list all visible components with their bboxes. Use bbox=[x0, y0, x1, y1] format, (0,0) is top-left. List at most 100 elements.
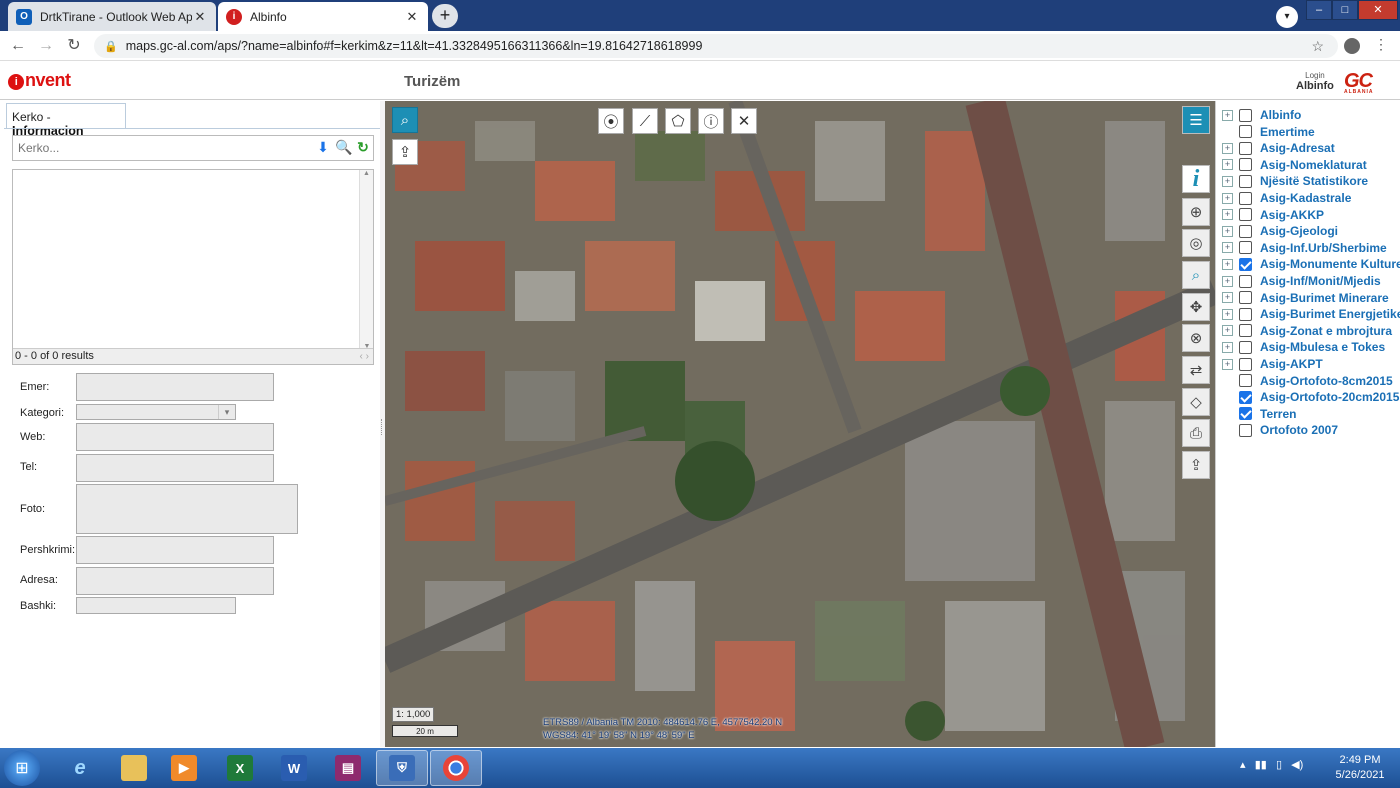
layer-checkbox[interactable] bbox=[1239, 125, 1252, 139]
maximize-button[interactable]: □ bbox=[1332, 0, 1358, 20]
layer-checkbox[interactable] bbox=[1239, 241, 1252, 255]
layer-item[interactable]: + Asig-Gjeologi bbox=[1222, 223, 1338, 239]
rotate-icon[interactable]: ⇄ bbox=[1182, 356, 1210, 384]
expand-icon[interactable]: + bbox=[1222, 292, 1233, 304]
zoom-out-icon[interactable]: ⊗ bbox=[1182, 324, 1210, 352]
expand-icon[interactable]: + bbox=[1222, 325, 1233, 337]
results-list[interactable]: ▲ ▼ 0 - 0 of 0 results ‹ › bbox=[12, 169, 374, 365]
layer-checkbox[interactable] bbox=[1239, 340, 1252, 354]
zoom-extent-icon[interactable]: ⌕ bbox=[1182, 261, 1210, 289]
menu-icon[interactable]: ⋮ bbox=[1374, 36, 1388, 53]
window-close-button[interactable]: ✕ bbox=[1358, 0, 1398, 20]
expand-icon[interactable]: + bbox=[1222, 242, 1233, 254]
layers-menu-icon[interactable]: ☰ bbox=[1182, 106, 1210, 134]
taskbar-excel[interactable]: X bbox=[214, 750, 266, 786]
layer-item[interactable]: + Njësitë Statistikore bbox=[1222, 173, 1368, 189]
taskbar-security[interactable]: ⛨ bbox=[376, 750, 428, 786]
identify-icon[interactable]: ⓘ bbox=[698, 108, 724, 134]
taskbar-ie[interactable]: e bbox=[54, 750, 106, 786]
clear-measure-icon[interactable]: ✕ bbox=[731, 108, 757, 134]
expand-icon[interactable]: + bbox=[1222, 192, 1233, 204]
search-input[interactable] bbox=[13, 136, 313, 160]
layer-checkbox[interactable] bbox=[1239, 141, 1252, 155]
layer-checkbox[interactable] bbox=[1239, 291, 1252, 305]
layer-checkbox[interactable] bbox=[1239, 357, 1252, 371]
layer-item[interactable]: + Asig-Inf.Urb/Sherbime bbox=[1222, 240, 1387, 256]
clock[interactable]: 2:49 PM 5/26/2021 bbox=[1326, 753, 1394, 783]
taskbar-word[interactable]: W bbox=[268, 750, 320, 786]
measure-point-icon[interactable]: ⦿ bbox=[598, 108, 624, 134]
tab-outlook[interactable]: O DrtkTirane - Outlook Web App ✕ bbox=[8, 2, 216, 31]
search-icon[interactable]: 🔍 bbox=[335, 139, 352, 157]
layer-item[interactable]: Emertime bbox=[1222, 124, 1315, 140]
taskbar-media[interactable]: ▶ bbox=[158, 750, 210, 786]
back-icon[interactable]: ← bbox=[8, 36, 28, 56]
export-icon[interactable]: ⇪ bbox=[1182, 451, 1210, 479]
layer-item[interactable]: + Asig-AKKP bbox=[1222, 207, 1324, 223]
expand-icon[interactable]: + bbox=[1222, 308, 1233, 320]
layer-item[interactable]: + Asig-AKPT bbox=[1222, 356, 1323, 372]
url-field[interactable]: 🔒 maps.gc-al.com/aps/?name=albinfo#f=ker… bbox=[94, 34, 1338, 58]
pan-icon[interactable]: ✥ bbox=[1182, 293, 1210, 321]
expand-icon[interactable]: + bbox=[1222, 258, 1233, 270]
layer-item[interactable]: Terren bbox=[1222, 406, 1296, 422]
results-scrollbar[interactable]: ▲ ▼ bbox=[359, 170, 373, 350]
layer-checkbox[interactable] bbox=[1239, 174, 1252, 188]
layer-checkbox[interactable] bbox=[1239, 191, 1252, 205]
locate-icon[interactable]: ◎ bbox=[1182, 229, 1210, 257]
expand-icon[interactable]: + bbox=[1222, 175, 1233, 187]
emer-field[interactable] bbox=[76, 373, 274, 401]
layer-item[interactable]: + Asig-Monumente Kulture bbox=[1222, 256, 1400, 272]
kategori-select[interactable] bbox=[76, 404, 236, 420]
new-tab-button[interactable]: + bbox=[432, 4, 458, 28]
reload-icon[interactable]: ↻ bbox=[64, 36, 84, 56]
taskbar-winrar[interactable]: ▤ bbox=[322, 750, 374, 786]
pager-arrows-icon[interactable]: ‹ › bbox=[360, 349, 369, 364]
layer-checkbox[interactable] bbox=[1239, 407, 1252, 421]
scroll-up-icon[interactable]: ▲ bbox=[360, 170, 373, 177]
profile-icon[interactable]: ▾ bbox=[1276, 6, 1298, 28]
forward-icon[interactable]: → bbox=[36, 36, 56, 56]
layer-item[interactable]: + Asig-Inf/Monit/Mjedis bbox=[1222, 273, 1381, 289]
zoom-in-icon[interactable]: ⊕ bbox=[1182, 198, 1210, 226]
pershkrimi-field[interactable] bbox=[76, 536, 274, 564]
layer-item[interactable]: + Asig-Burimet Energjetike bbox=[1222, 306, 1400, 322]
download-icon[interactable]: ⬇ bbox=[315, 139, 331, 157]
close-icon[interactable]: ✕ bbox=[192, 9, 208, 25]
login-link[interactable]: Login Albinfo bbox=[1296, 71, 1334, 92]
expand-icon[interactable]: + bbox=[1222, 358, 1233, 370]
layer-checkbox[interactable] bbox=[1239, 108, 1252, 122]
close-icon[interactable]: ✕ bbox=[404, 9, 420, 25]
tel-field[interactable] bbox=[76, 454, 274, 482]
expand-icon[interactable]: + bbox=[1222, 142, 1233, 154]
foto-field[interactable] bbox=[76, 484, 298, 534]
info-icon[interactable]: i bbox=[1182, 165, 1210, 193]
expand-icon[interactable]: + bbox=[1222, 209, 1233, 221]
taskbar-explorer[interactable] bbox=[108, 750, 160, 786]
layer-item[interactable]: + Asig-Burimet Minerare bbox=[1222, 290, 1389, 306]
layer-checkbox[interactable] bbox=[1239, 423, 1252, 437]
expand-icon[interactable]: + bbox=[1222, 159, 1233, 171]
zoom-search-icon[interactable]: ⌕ bbox=[392, 107, 418, 133]
expand-icon[interactable]: + bbox=[1222, 275, 1233, 287]
adresa-field[interactable] bbox=[76, 567, 274, 595]
web-field[interactable] bbox=[76, 423, 274, 451]
expand-icon[interactable]: + bbox=[1222, 109, 1233, 121]
layer-item[interactable]: + Asig-Zonat e mbrojtura bbox=[1222, 323, 1392, 339]
layer-checkbox[interactable] bbox=[1239, 390, 1252, 404]
layer-item[interactable]: + Asig-Mbulesa e Tokes bbox=[1222, 339, 1385, 355]
refresh-icon[interactable]: ↻ bbox=[355, 139, 371, 157]
taskbar-chrome[interactable] bbox=[430, 750, 482, 786]
expand-icon[interactable]: + bbox=[1222, 225, 1233, 237]
measure-line-icon[interactable]: ⟋ bbox=[632, 108, 658, 134]
expand-icon[interactable]: + bbox=[1222, 341, 1233, 353]
layer-checkbox[interactable] bbox=[1239, 274, 1252, 288]
layer-item[interactable]: + Asig-Adresat bbox=[1222, 140, 1335, 156]
layer-checkbox[interactable] bbox=[1239, 208, 1252, 222]
layer-item[interactable]: Asig-Ortofoto-8cm2015 bbox=[1222, 373, 1393, 389]
measure-area-icon[interactable]: ⬠ bbox=[665, 108, 691, 134]
layer-checkbox[interactable] bbox=[1239, 374, 1252, 388]
layer-checkbox[interactable] bbox=[1239, 224, 1252, 238]
tab-kerko-informacion[interactable]: Kerko - Informacion bbox=[6, 103, 126, 138]
map-view[interactable]: ⌕ ⇪ ⦿ ⟋ ⬠ ⓘ ✕ ☰ i ⊕ ◎ ⌕ ✥ ⊗ ⇄ ◇ ⎙ ⇪ 1: 1… bbox=[385, 101, 1215, 747]
